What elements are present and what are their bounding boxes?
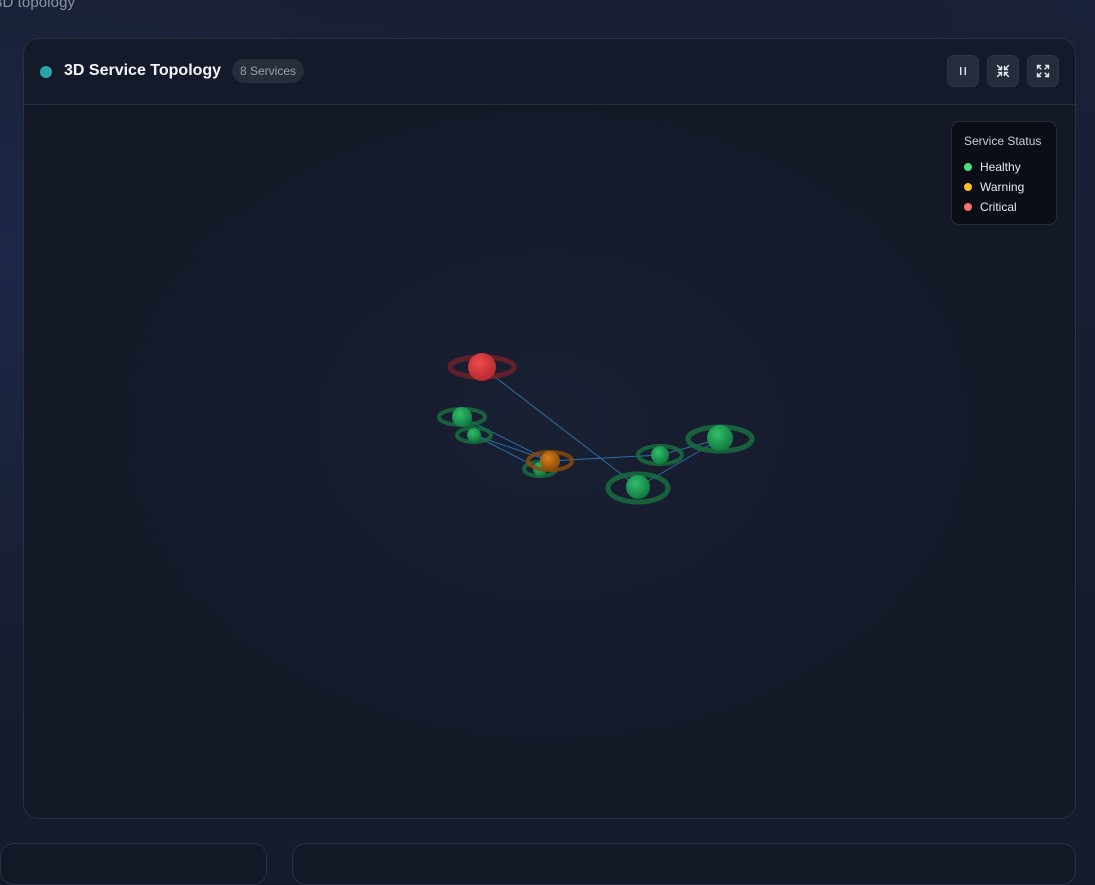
collapse-view-button[interactable]	[987, 55, 1019, 87]
panel-title: 3D Service Topology	[64, 62, 221, 80]
fullscreen-button[interactable]	[1027, 55, 1059, 87]
bottom-card-right	[292, 843, 1076, 885]
legend-label: Healthy	[980, 160, 1021, 174]
pause-button[interactable]	[947, 55, 979, 87]
legend-label: Warning	[980, 180, 1024, 194]
collapse-icon	[996, 64, 1010, 78]
legend-title: Service Status	[964, 134, 1056, 148]
healthy-dot	[964, 163, 972, 171]
service-edges	[462, 367, 720, 487]
topology-scene[interactable]	[24, 105, 1075, 818]
service-node-critical[interactable]	[450, 353, 514, 381]
warning-dot	[964, 183, 972, 191]
legend-item-warning: Warning	[964, 177, 1056, 197]
service-status-legend: Service Status Healthy Warning Critical	[951, 121, 1057, 225]
service-node-healthy[interactable]	[608, 474, 668, 502]
live-status-dot	[40, 66, 52, 78]
panel-header: 3D Service Topology 8 Services	[24, 39, 1075, 105]
service-node-healthy[interactable]	[638, 446, 682, 464]
pause-icon	[957, 65, 969, 77]
service-count-badge: 8 Services	[232, 59, 304, 83]
legend-item-healthy: Healthy	[964, 157, 1056, 177]
service-node-healthy[interactable]	[688, 425, 752, 451]
topology-3d-canvas[interactable]: Service Status Healthy Warning Critical	[24, 105, 1075, 818]
section-title: 3D topology	[0, 0, 75, 11]
service-node-healthy[interactable]	[457, 428, 491, 442]
service-node-healthy[interactable]	[439, 407, 485, 427]
expand-icon	[1036, 64, 1050, 78]
critical-dot	[964, 203, 972, 211]
legend-item-critical: Critical	[964, 197, 1056, 217]
topology-panel: 3D Service Topology 8 Services	[23, 38, 1076, 819]
bottom-card-left	[0, 843, 267, 885]
legend-label: Critical	[980, 200, 1017, 214]
